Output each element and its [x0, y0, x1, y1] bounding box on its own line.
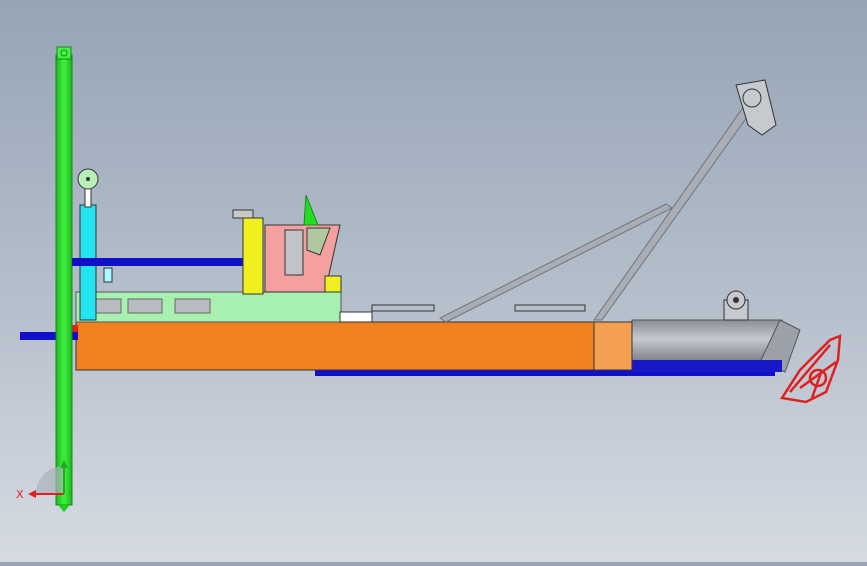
axis-x-label: X	[16, 488, 24, 501]
spud-pole	[55, 46, 73, 512]
pontoon-hull-end	[593, 321, 633, 371]
boom-head-block	[735, 79, 777, 136]
pontoon-hull	[75, 321, 597, 371]
ladder-winch	[723, 290, 749, 321]
discharge-pipe-deck	[72, 258, 262, 292]
control-cabin	[264, 194, 342, 293]
cutter-ladder	[631, 319, 801, 373]
mast-cap	[232, 209, 254, 219]
small-cyan-cylinder	[103, 267, 113, 283]
gantry-boom	[439, 105, 753, 323]
cad-viewport[interactable]: X	[0, 0, 867, 562]
dredger-model-view[interactable]: X	[0, 0, 867, 562]
deck-house-windows	[95, 298, 211, 314]
yellow-mast	[242, 217, 264, 295]
